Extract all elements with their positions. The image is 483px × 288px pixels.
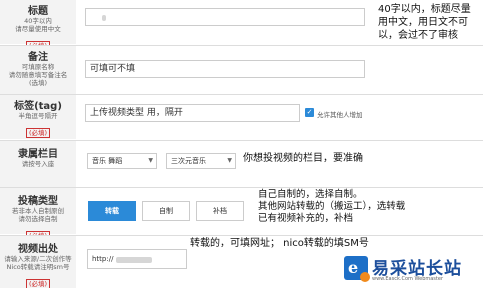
category-label-cell: 隶属栏目 请按号入座 — [0, 141, 76, 187]
type-button-original[interactable]: 自制 — [142, 201, 190, 221]
source-input[interactable]: http:// — [87, 249, 187, 269]
title-hint: 40字以内 请尽量使用中文 — [15, 17, 61, 33]
category-row: 隶属栏目 请按号入座 音乐 舞蹈 ▼ 三次元音乐 ▼ 你想投视频的栏目，要准确 — [0, 141, 483, 187]
allow-others-label: 允许其他人增加 — [317, 111, 363, 119]
title-annotation: 40字以内，标题尽量 用中文，用日文不可 以，会过不了审核 — [378, 4, 471, 41]
type-row: 投稿类型 若非本人自制原创 请勿选择自制 (必填) 转载 自制 补档 自己自制的… — [0, 188, 483, 241]
allow-others-checkbox[interactable]: ✓ — [305, 108, 314, 117]
title-input[interactable] — [85, 8, 365, 26]
remark-label-cell: 备注 可填原名称 请勿随意填写备注名 (选填) — [0, 46, 76, 94]
tag-input[interactable]: 上传视频类型 用，隔开 — [85, 104, 300, 122]
tag-label: 标签(tag) — [14, 101, 62, 112]
type-hint: 若非本人自制原创 请勿选择自制 — [12, 207, 64, 223]
title-label-cell: 标题 40字以内 请尽量使用中文 (必填) — [0, 0, 76, 51]
source-label: 视频出处 — [18, 244, 58, 255]
remark-input[interactable]: 可填可不填 — [85, 60, 365, 78]
type-button-repost[interactable]: 转载 — [88, 201, 136, 221]
source-hint: 请输入来源/二次创作等 Nico转载请注明sm号 — [4, 255, 72, 271]
type-label: 投稿类型 — [18, 196, 58, 207]
category-select-secondary[interactable]: 三次元音乐 ▼ — [166, 153, 236, 169]
chevron-down-icon: ▼ — [148, 157, 153, 164]
category-select-primary[interactable]: 音乐 舞蹈 ▼ — [87, 153, 157, 169]
source-annotation: 转载的，可填网址； nico转载的填SM号 — [190, 238, 369, 249]
tag-required-badge: (必填) — [25, 128, 51, 138]
source-blurred-text — [116, 257, 152, 263]
category-select-primary-value: 音乐 舞蹈 — [92, 157, 123, 165]
title-blurred-text — [102, 15, 106, 21]
tag-row: 标签(tag) 半角逗号隔开 (必填) 上传视频类型 用，隔开 ✓ 允许其他人增… — [0, 95, 483, 139]
type-button-supplement[interactable]: 补档 — [196, 201, 244, 221]
site-logo-icon: e — [344, 256, 370, 282]
category-select-secondary-value: 三次元音乐 — [171, 157, 206, 165]
category-hint: 请按号入座 — [21, 160, 55, 168]
source-input-value: http:// — [92, 255, 114, 263]
remark-label: 备注 — [28, 52, 48, 63]
source-label-cell: 视频出处 请输入来源/二次创作等 Nico转载请注明sm号 (必填) — [0, 236, 76, 288]
type-label-cell: 投稿类型 若非本人自制原创 请勿选择自制 (必填) — [0, 188, 76, 241]
remark-row: 备注 可填原名称 请勿随意填写备注名 (选填) 可填可不填 — [0, 46, 483, 94]
tag-label-cell: 标签(tag) 半角逗号隔开 (必填) — [0, 95, 76, 139]
category-label: 隶属栏目 — [18, 149, 58, 160]
type-annotation: 自己自制的，选择自制。 其他网站转载的（搬运工），选转载 已有视频补充的，补档 — [258, 189, 406, 224]
watermark: e 易采站长站 www.Easck.Com Webmaster — [340, 252, 483, 288]
remark-hint: 可填原名称 请勿随意填写备注名 (选填) — [8, 63, 68, 87]
tag-hint: 半角逗号隔开 — [18, 112, 58, 120]
source-required-badge: (必填) — [25, 279, 51, 288]
title-label: 标题 — [28, 6, 48, 17]
title-row: 标题 40字以内 请尽量使用中文 (必填) 40字以内，标题尽量 用中文，用日文… — [0, 0, 483, 51]
category-annotation: 你想投视频的栏目，要准确 — [243, 153, 363, 164]
watermark-url: www.Easck.Com Webmaster — [372, 276, 444, 282]
chevron-down-icon: ▼ — [227, 157, 232, 164]
